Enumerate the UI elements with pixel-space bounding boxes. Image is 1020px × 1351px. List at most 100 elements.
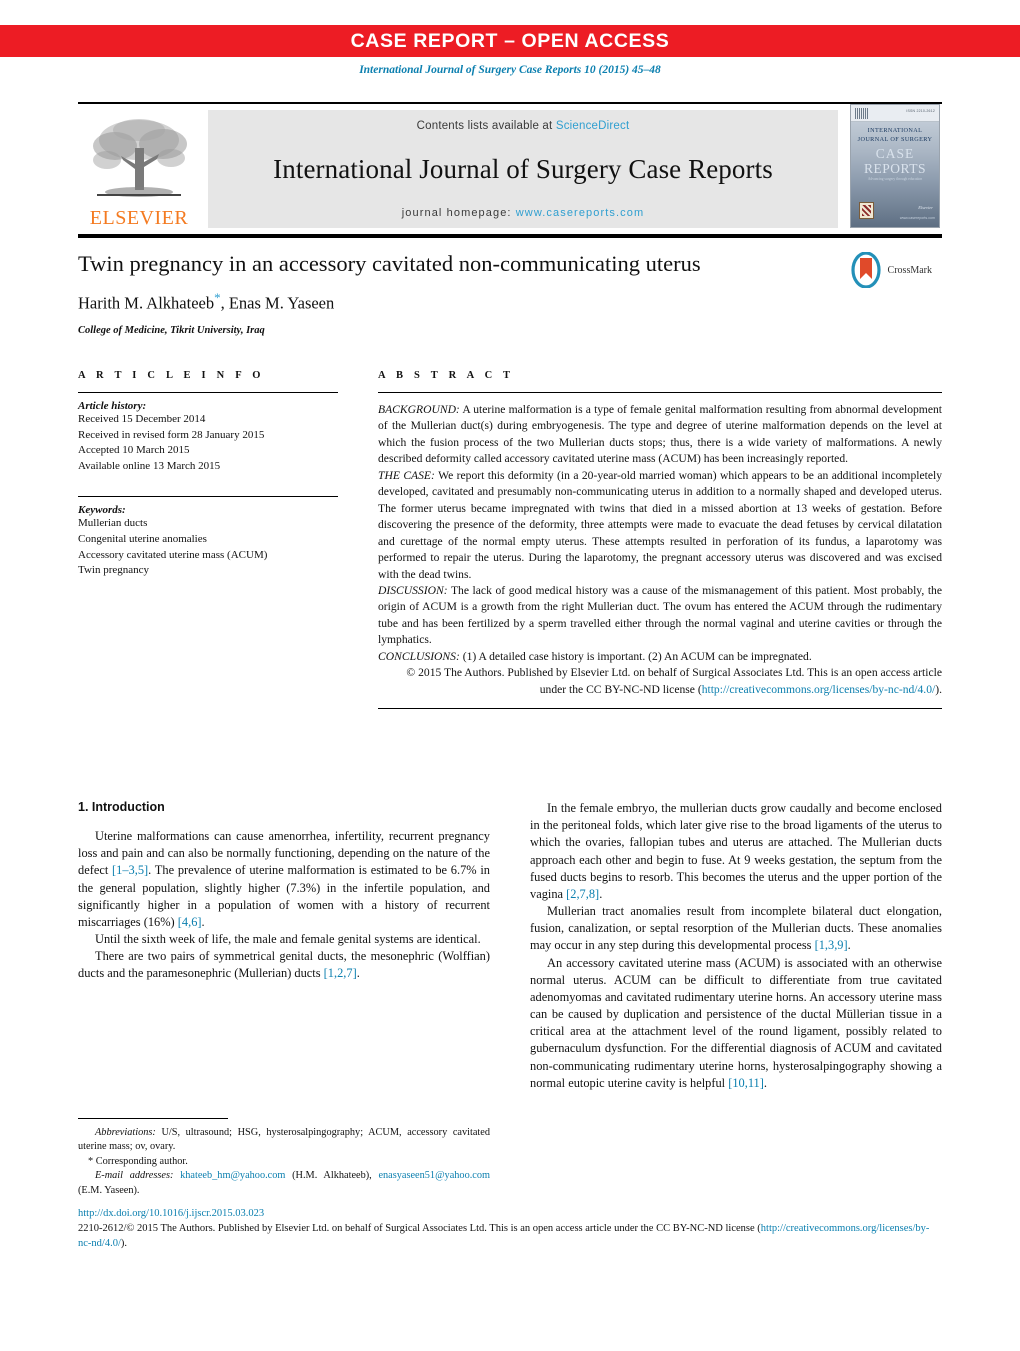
history-item: Received in revised form 28 January 2015 [78,428,265,441]
page-footer: http://dx.doi.org/10.1016/j.ijscr.2015.0… [78,1208,942,1251]
abstract-column: A B S T R A C T BACKGROUND: A uterine ma… [378,370,942,710]
homepage-prefix: journal homepage: [401,207,516,219]
citation-ref[interactable]: [2,7,8] [566,887,599,901]
footnote-block: Abbreviations: U/S, ultrasound; HSG, hys… [78,1118,490,1198]
crossmark-badge[interactable]: CrossMark [848,252,932,288]
citation-ref[interactable]: [1–3,5] [112,863,148,877]
keyword-item: Accessory cavitated uterine mass (ACUM) [78,548,268,561]
email-note: E-mail addresses: khateeb_hm@yahoo.com (… [78,1169,490,1198]
abstract-body: BACKGROUND: A uterine malformation is a … [378,402,942,698]
masthead-center-panel: Contents lists available at ScienceDirec… [208,110,838,228]
keywords-group: Keywords: Mullerian ducts Congenital ute… [78,504,338,578]
keyword-item: Mullerian ducts [78,517,148,530]
cover-crest-icon [859,202,874,219]
abstract-discussion-text: The lack of good medical history was a c… [378,583,942,647]
article-info-heading: A R T I C L E I N F O [78,370,265,381]
text-run: . [201,914,205,929]
citation-ref[interactable]: [10,11] [728,1076,764,1090]
abstract-background-label: BACKGROUND: [378,403,460,416]
license-tail: ). [120,1238,127,1250]
article-info-rule [78,392,338,393]
paragraph: Mullerian tract anomalies result from in… [530,903,942,955]
abstract-conclusions: CONCLUSIONS: (1) A detailed case history… [378,649,942,665]
abstract-rule [378,392,942,393]
paragraph: In the female embryo, the mullerian duct… [530,800,942,903]
abstract-copyright-tail: ). [935,682,942,696]
paragraph: There are two pairs of symmetrical genit… [78,948,490,982]
abstract-background: BACKGROUND: A uterine malformation is a … [378,402,942,468]
keyword-item: Congenital uterine anomalies [78,533,207,546]
abstract-background-text: A uterine malformation is a type of fema… [378,403,942,466]
paragraph: An accessory cavitated uterine mass (ACU… [530,955,942,1092]
article-info-column: A R T I C L E I N F O Article history: R… [78,370,338,579]
corresponding-author-note: * Corresponding author. [88,1155,188,1167]
abstract-heading: A B S T R A C T [378,370,515,381]
text-run: . [763,1075,767,1090]
page-title: Twin pregnancy in an accessory cavitated… [78,251,701,276]
cover-elsevier-mark [855,108,869,119]
cover-url: www.casereports.com [899,216,935,220]
paragraph: Uterine malformations can cause amenorrh… [78,828,490,931]
elsevier-tree-icon [93,119,187,197]
body-column-right: In the female embryo, the mullerian duct… [530,800,942,1092]
cover-publisher-mark: Elsevier [918,205,933,210]
journal-homepage-line: journal homepage: www.casereports.com [402,207,644,219]
paragraph: Until the sixth week of life, the male a… [78,931,490,948]
article-history-label: Article history: [78,400,147,412]
abstract-case-label: THE CASE: [378,468,435,482]
article-history-group: Article history: Received 15 December 20… [78,400,338,474]
cover-issn: ISSN 2210-2612 [906,109,935,113]
section-heading-introduction: 1. Introduction [78,800,165,814]
abstract-discussion: DISCUSSION: The lack of good medical his… [378,583,942,649]
email-addresses-label: E-mail addresses: [95,1170,174,1182]
abstract-bottom-rule [378,708,942,710]
sciencedirect-link[interactable]: ScienceDirect [556,120,630,132]
masthead-top-rule [78,102,942,104]
journal-title: International Journal of Surgery Case Re… [273,154,773,184]
abbreviations-note: Abbreviations: U/S, ultrasound; HSG, hys… [78,1126,490,1155]
citation-ref[interactable]: [4,6] [178,915,202,929]
email-owner-1: (H.M. Alkhateeb), [285,1170,372,1182]
open-access-banner: CASE REPORT – OPEN ACCESS [0,25,1020,57]
author-list: Harith M. Alkhateeb*, Enas M. Yaseen [78,290,942,314]
keywords-rule [78,496,338,498]
text-run: Until the sixth week of life, the male a… [95,932,481,947]
elsevier-logo: ELSEVIER [80,110,198,228]
abstract-conclusions-label: CONCLUSIONS: [378,649,460,663]
email-link-2[interactable]: enasyaseen51@yahoo.com [378,1170,490,1181]
keyword-item: Twin pregnancy [78,564,150,577]
masthead-bottom-rule [78,234,942,238]
doi-link[interactable]: http://dx.doi.org/10.1016/j.ijscr.2015.0… [78,1208,942,1219]
license-statement: 2210-2612/© 2015 The Authors. Published … [78,1221,942,1251]
affiliation: College of Medicine, Tikrit University, … [78,324,265,336]
contents-prefix: Contents lists available at [416,120,556,132]
abstract-discussion-label: DISCUSSION: [378,583,448,597]
elsevier-wordmark: ELSEVIER [89,207,189,229]
history-item: Received 15 December 2014 [78,413,206,425]
email-link-1[interactable]: khateeb_hm@yahoo.com [180,1170,285,1181]
cc-license-link[interactable]: http://creativecommons.org/licenses/by-n… [702,683,936,696]
abstract-copyright: © 2015 The Authors. Published by Elsevie… [378,665,942,698]
author-secondary: , Enas M. Yaseen [220,293,335,313]
text-run: There are two pairs of symmetrical genit… [78,949,490,981]
license-prefix: 2210-2612/© 2015 The Authors. Published … [78,1223,761,1234]
email-owner-2: (E.M. Yaseen). [78,1184,140,1196]
text-run: An accessory cavitated uterine mass (ACU… [530,955,942,1090]
history-item: Accepted 10 March 2015 [78,444,190,457]
citation-ref[interactable]: [1,3,9] [815,938,848,952]
license-link-part1[interactable]: http:// [761,1223,786,1234]
body-column-left: 1. Introduction Uterine malformations ca… [78,800,490,983]
footnote-rule [78,1118,228,1119]
crossmark-icon [850,252,881,288]
abstract-conclusions-text: (1) A detailed case history is important… [459,649,812,663]
banner-label: CASE REPORT – OPEN ACCESS [350,29,670,52]
journal-masthead: ELSEVIER Contents lists available at Sci… [78,102,942,238]
text-run: . [356,966,360,981]
cover-line2: JOURNAL OF SURGERY [857,136,933,143]
cover-word-reports: REPORTS [864,161,926,176]
journal-homepage-link[interactable]: www.casereports.com [516,207,645,219]
citation-ref[interactable]: [1,2,7] [324,966,357,980]
keywords-label: Keywords: [78,504,126,517]
journal-cover-thumbnail[interactable]: ISSN 2210-2612 INTERNATIONAL JOURNAL OF … [850,104,940,228]
author-primary: Harith M. Alkhateeb [78,293,215,313]
